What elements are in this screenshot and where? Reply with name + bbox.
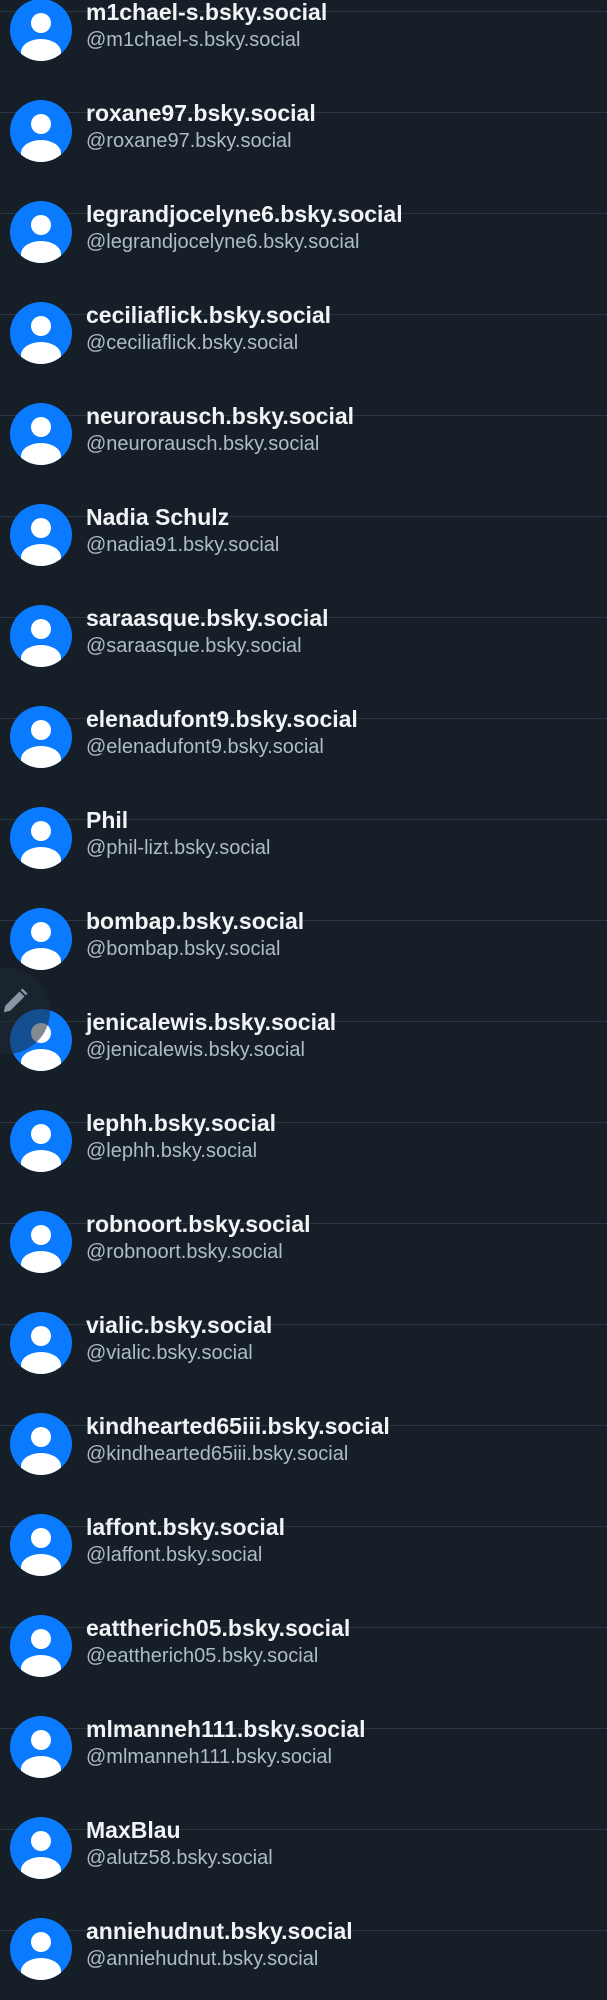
- user-row[interactable]: Phil @phil-lizt.bsky.social: [0, 719, 607, 869]
- user-row[interactable]: MaxBlau @alutz58.bsky.social: [0, 1729, 607, 1879]
- user-row[interactable]: lephh.bsky.social @lephh.bsky.social: [0, 1022, 607, 1172]
- user-row[interactable]: neurorausch.bsky.social @neurorausch.bsky…: [0, 315, 607, 465]
- user-list: m1chael-s.bsky.social @m1chael-s.bsky.soc…: [0, 0, 607, 2000]
- user-row[interactable]: Nadia Schulz @nadia91.bsky.social: [0, 416, 607, 566]
- user-row[interactable]: vialic.bsky.social @vialic.bsky.social: [0, 1224, 607, 1374]
- user-row[interactable]: elenadufont9.bsky.social @elenadufont9.bs…: [0, 618, 607, 768]
- user-display-name: anniehudnut.bsky.social: [86, 1918, 353, 1944]
- user-row[interactable]: mlmanneh111.bsky.social @mlmanneh111.bsky…: [0, 1628, 607, 1778]
- user-row[interactable]: bombap.bsky.social @bombap.bsky.social: [0, 820, 607, 970]
- user-row[interactable]: anniehudnut.bsky.social @anniehudnut.bsky…: [0, 1830, 607, 1980]
- user-row[interactable]: legrandjocelyne6.bsky.social @legrandjoce…: [0, 113, 607, 263]
- user-row[interactable]: saraasque.bsky.social @saraasque.bsky.soc…: [0, 517, 607, 667]
- user-row[interactable]: ceciliaflick.bsky.social @ceciliaflick.bs…: [0, 214, 607, 364]
- avatar-head: [31, 1932, 51, 1952]
- user-row[interactable]: laffont.bsky.social @laffont.bsky.social: [0, 1426, 607, 1576]
- user-row[interactable]: kindhearted65iii.bsky.social @kindhearted…: [0, 1325, 607, 1475]
- user-handle: @anniehudnut.bsky.social: [86, 1948, 319, 1970]
- user-row[interactable]: m1chael-s.bsky.social @m1chael-s.bsky.soc…: [0, 0, 607, 61]
- user-row[interactable]: jenicalewis.bsky.social @jenicalewis.bsky…: [0, 921, 607, 1071]
- avatar[interactable]: [10, 1918, 72, 1980]
- avatar-body: [21, 1958, 61, 1980]
- user-row[interactable]: roxane97.bsky.social @roxane97.bsky.socia…: [0, 12, 607, 162]
- user-row[interactable]: robnoort.bsky.social @robnoort.bsky.socia…: [0, 1123, 607, 1273]
- pencil-icon: [3, 988, 28, 1013]
- user-row[interactable]: eattherich05.bsky.social @eattherich05.bs…: [0, 1527, 607, 1677]
